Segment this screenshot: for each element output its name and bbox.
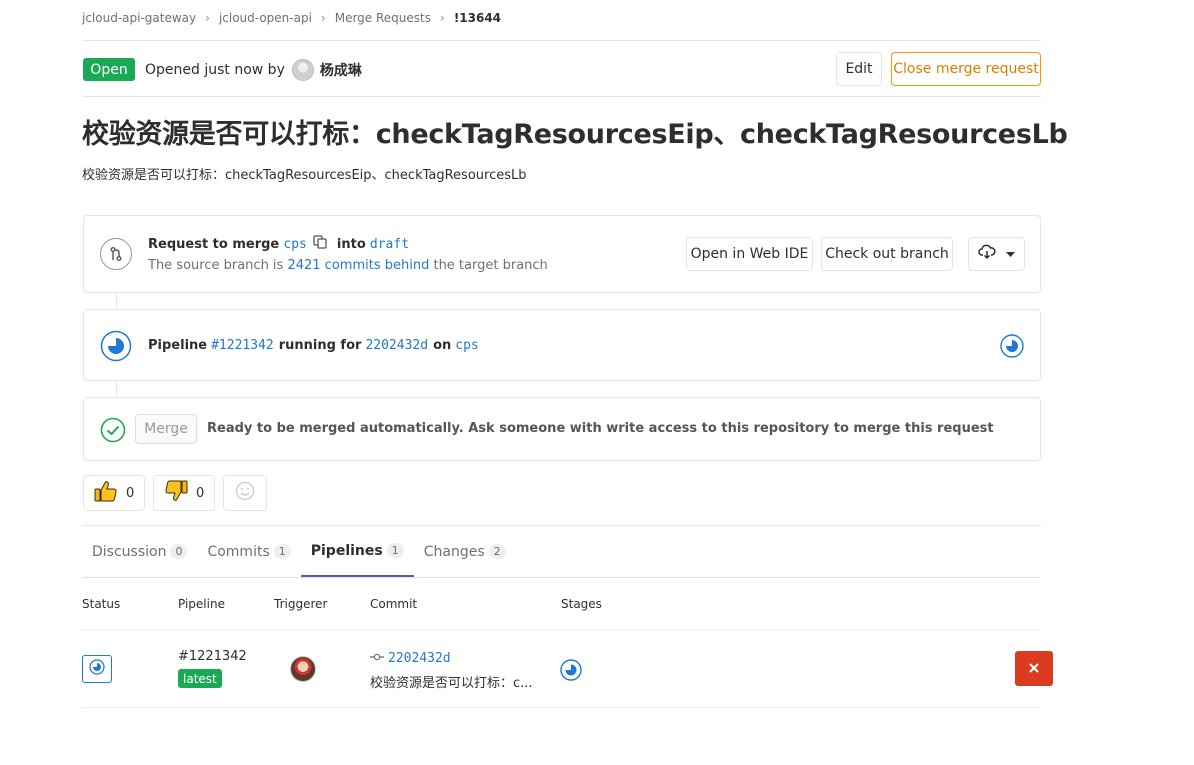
divider bbox=[82, 707, 1041, 708]
running-for-label: running for bbox=[278, 338, 362, 353]
smiley-icon bbox=[235, 481, 255, 505]
commit-sha-link[interactable]: 2202432d bbox=[388, 651, 451, 666]
tab-pipelines[interactable]: Pipelines 1 bbox=[300, 526, 414, 577]
chevron-down-icon bbox=[1006, 246, 1015, 262]
pipeline-status-running-badge[interactable] bbox=[82, 655, 112, 683]
download-dropdown-button[interactable] bbox=[968, 237, 1025, 271]
tab-discussion[interactable]: Discussion 0 bbox=[82, 526, 197, 577]
author-avatar[interactable] bbox=[291, 58, 314, 81]
mr-pipeline-widget: Pipeline #1221342 running for 2202432d o… bbox=[83, 309, 1041, 381]
merge-request-description: 校验资源是否可以打标：checkTagResourcesEip、checkTag… bbox=[82, 168, 527, 183]
tab-count: 1 bbox=[273, 544, 291, 559]
tab-changes[interactable]: Changes 2 bbox=[414, 526, 516, 577]
column-header-triggerer: Triggerer bbox=[274, 597, 328, 611]
commit-line: 2202432d bbox=[370, 651, 451, 666]
stage-running-icon[interactable] bbox=[1000, 334, 1024, 362]
page-title: 校验资源是否可以打标：checkTagResourcesEip、checkTag… bbox=[82, 119, 1068, 150]
commits-behind-link[interactable]: 2421 commits behind bbox=[287, 258, 429, 273]
edit-button[interactable]: Edit bbox=[836, 52, 882, 86]
cloud-download-icon bbox=[978, 244, 996, 264]
open-in-web-ide-button[interactable]: Open in Web IDE bbox=[686, 237, 813, 271]
commits-behind-line: The source branch is 2421 commits behind… bbox=[148, 258, 548, 273]
tab-label: Discussion bbox=[92, 543, 167, 560]
breadcrumb-separator: › bbox=[205, 11, 210, 25]
tab-label: Changes bbox=[423, 543, 485, 560]
tab-label: Pipelines bbox=[310, 542, 383, 559]
close-icon bbox=[1029, 661, 1039, 677]
triggerer-avatar[interactable] bbox=[290, 656, 316, 682]
pipeline-status-text: Pipeline #1221342 running for 2202432d o… bbox=[148, 338, 484, 353]
divider bbox=[82, 629, 1041, 630]
commit-icon bbox=[370, 651, 384, 666]
add-reaction-button[interactable] bbox=[223, 475, 267, 511]
divider bbox=[82, 577, 1041, 578]
breadcrumb-merge-requests[interactable]: Merge Requests bbox=[335, 11, 431, 25]
merge-status-message: Ready to be merged automatically. Ask so… bbox=[207, 421, 994, 436]
stage-running-icon[interactable] bbox=[560, 659, 582, 685]
breadcrumb-project[interactable]: jcloud-open-api bbox=[219, 11, 312, 25]
mr-source-widget: Request to merge cps into draft The sour… bbox=[83, 215, 1041, 293]
tab-count: 1 bbox=[386, 543, 404, 558]
column-header-stages: Stages bbox=[561, 597, 602, 611]
request-to-merge-line: Request to merge cps into draft bbox=[148, 235, 409, 253]
column-header-pipeline: Pipeline bbox=[178, 597, 225, 611]
opened-text: Opened just now by bbox=[145, 61, 285, 78]
source-branch-link[interactable]: cps bbox=[283, 237, 306, 252]
commits-behind-suffix: the target branch bbox=[433, 258, 548, 273]
breadcrumb-group[interactable]: jcloud-api-gateway bbox=[82, 11, 196, 25]
thumbs-down-award-button[interactable]: 0 bbox=[153, 475, 215, 511]
merge-button[interactable]: Merge bbox=[135, 414, 197, 444]
author-name[interactable]: 杨成琳 bbox=[320, 60, 362, 80]
pipeline-label: Pipeline bbox=[148, 338, 208, 353]
tab-label: Commits bbox=[207, 543, 270, 560]
commit-sha-link[interactable]: 2202432d bbox=[365, 338, 428, 353]
latest-badge: latest bbox=[178, 669, 222, 688]
mr-tabs: Discussion 0 Commits 1 Pipelines 1 Chang… bbox=[82, 526, 516, 578]
widget-connector bbox=[116, 381, 117, 397]
target-branch-link[interactable]: draft bbox=[370, 237, 409, 252]
breadcrumb-separator: › bbox=[440, 11, 445, 25]
into-label: into bbox=[336, 236, 366, 252]
breadcrumb: jcloud-api-gateway › jcloud-open-api › M… bbox=[82, 10, 501, 26]
thumbs-up-icon bbox=[94, 480, 118, 506]
check-circle-icon bbox=[100, 417, 126, 447]
breadcrumb-separator: › bbox=[320, 11, 326, 25]
check-out-branch-button[interactable]: Check out branch bbox=[821, 237, 953, 271]
cancel-pipeline-button[interactable] bbox=[1015, 651, 1053, 686]
column-header-status: Status bbox=[82, 597, 121, 611]
mr-merge-widget: Merge Ready to be merged automatically. … bbox=[83, 397, 1041, 461]
column-header-commit: Commit bbox=[370, 597, 418, 611]
tab-count: 2 bbox=[488, 544, 506, 559]
commits-behind-prefix: The source branch is bbox=[148, 258, 284, 273]
pipeline-running-icon bbox=[89, 659, 105, 679]
git-merge-icon bbox=[100, 238, 132, 270]
thumbs-up-count: 0 bbox=[126, 485, 135, 501]
on-label: on bbox=[433, 338, 452, 353]
tab-count: 0 bbox=[170, 544, 188, 559]
request-to-merge-label: Request to merge bbox=[148, 236, 280, 252]
tab-commits[interactable]: Commits 1 bbox=[197, 526, 300, 577]
divider bbox=[82, 40, 1041, 41]
thumbs-down-count: 0 bbox=[196, 485, 205, 501]
opened-by: Opened just now by 杨成琳 bbox=[145, 58, 362, 81]
thumbs-up-award-button[interactable]: 0 bbox=[83, 475, 145, 511]
close-merge-request-button[interactable]: Close merge request bbox=[891, 52, 1041, 86]
breadcrumb-current[interactable]: !13644 bbox=[454, 11, 501, 25]
divider bbox=[82, 96, 1041, 97]
commit-message-link[interactable]: 校验资源是否可以打标：c... bbox=[370, 672, 533, 691]
branch-link[interactable]: cps bbox=[455, 338, 478, 353]
widget-connector bbox=[116, 293, 117, 309]
pipeline-running-icon[interactable] bbox=[100, 330, 132, 366]
pipeline-id-link[interactable]: #1221342 bbox=[178, 649, 247, 664]
pipeline-id-link[interactable]: #1221342 bbox=[211, 338, 274, 353]
status-badge: Open bbox=[83, 58, 135, 81]
thumbs-down-icon bbox=[164, 480, 188, 506]
copy-icon[interactable] bbox=[313, 235, 327, 253]
